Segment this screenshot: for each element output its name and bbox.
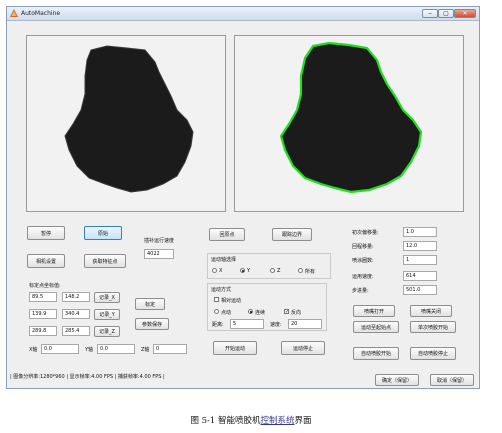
param-label-3: 喷涂圈数: [352, 258, 374, 264]
auto-glue-start-button[interactable]: 自动喷胶开始 [353, 347, 399, 360]
home-move-button[interactable]: 原始 [84, 226, 122, 240]
point-radio[interactable] [214, 309, 219, 314]
glue-open-button[interactable]: 喷嘴打开 [353, 305, 395, 317]
coord-y-1[interactable]: 148.2 [62, 292, 90, 302]
caption-prefix: 图 5-1 智能喷胶机 [190, 416, 261, 426]
param-label-4: 运用速度: [352, 274, 374, 280]
processed-part-image [235, 36, 463, 211]
caption-link[interactable]: 控制系统 [261, 416, 295, 426]
continuous-radio[interactable] [248, 309, 253, 314]
record-x-button[interactable]: 记录_X [94, 292, 120, 303]
coord-x-3[interactable]: 289.8 [29, 326, 57, 336]
caption-suffix: 界面 [294, 416, 312, 426]
param-input-2[interactable]: 12.0 [403, 241, 437, 251]
camera-view-processed [234, 35, 464, 212]
param-input-1[interactable]: 1.0 [403, 227, 437, 237]
get-feature-points-button[interactable]: 获取特征点 [84, 254, 126, 268]
axis-select-group: 运动轴选择 X Y Z 所有 [207, 253, 331, 279]
axis-y-option: Y [247, 268, 251, 274]
param-label-2: 回程移量: [352, 244, 374, 250]
record-z-button[interactable]: 记录_Z [94, 326, 120, 337]
point-label: 点动 [221, 310, 232, 316]
record-y-button[interactable]: 记录_Y [94, 309, 120, 320]
coord-x-2[interactable]: 139.9 [29, 309, 57, 319]
app-logo-icon [10, 9, 18, 17]
original-part-image [27, 36, 225, 211]
axis-x-radio[interactable] [212, 268, 217, 273]
trace-edge-button[interactable]: 跟踪边界 [272, 228, 312, 241]
speed-label: 速度: [270, 322, 282, 328]
relative-motion-label: 相对运动 [221, 298, 242, 304]
axis-z-option: Z [277, 268, 281, 274]
axis-z-radio[interactable] [270, 268, 275, 273]
auto-glue-stop-button[interactable]: 自动喷胶停止 [410, 347, 456, 360]
cancel-button[interactable]: 取消（保留） [430, 374, 474, 386]
camera-view-original [26, 35, 226, 212]
relative-motion-checkbox[interactable] [214, 297, 219, 302]
pause-button[interactable]: 暂停 [27, 226, 65, 240]
figure-caption: 图 5-1 智能喷胶机控制系统界面 [0, 414, 502, 426]
x-axis-label: X轴 [29, 347, 38, 353]
minimize-button[interactable]: ‒ [422, 9, 438, 18]
coord-y-2[interactable]: 340.4 [62, 309, 90, 319]
y-axis-label: Y轴 [85, 347, 94, 353]
axis-all-option: 所有 [305, 269, 316, 275]
z-axis-label: Z轴 [141, 347, 150, 353]
ok-button[interactable]: 确定（保留） [375, 374, 419, 386]
param-input-5[interactable]: 501.0 [403, 285, 437, 295]
stop-motion-button[interactable]: 运动停止 [281, 341, 325, 355]
status-bar: | 图像分辨率:1280*960 | 显示帧率:4.00 FPS | 捕获帧率:… [7, 370, 479, 388]
axis-all-radio[interactable] [298, 268, 303, 273]
glue-close-button[interactable]: 喷嘴关闭 [410, 305, 452, 317]
maximize-button[interactable]: ▢ [438, 9, 454, 18]
axis-y-radio[interactable] [240, 268, 245, 273]
distance-label: 距离: [212, 322, 224, 328]
single-glue-start-button[interactable]: 单次喷胶开始 [410, 321, 456, 333]
coords-label: 标定点坐标值: [29, 283, 61, 289]
z-axis-input[interactable]: 0 [153, 344, 187, 354]
close-button[interactable]: ✕ [454, 9, 476, 18]
param-input-4[interactable]: 614 [403, 271, 437, 281]
speed-input[interactable]: 20 [288, 319, 322, 329]
save-params-button[interactable]: 参数保存 [135, 318, 169, 330]
y-axis-input[interactable]: 0.0 [97, 344, 135, 354]
param-label-5: 步进量: [352, 288, 369, 294]
status-text: | 图像分辨率:1280*960 | 显示帧率:4.00 FPS | 捕获帧率:… [10, 374, 165, 380]
title-bar: AutoMachine ‒ ▢ ✕ [7, 7, 479, 21]
camera-settings-button[interactable]: 相机设置 [27, 254, 65, 268]
motion-mode-group: 运动方式 相对运动 点动 连续 ✓ 反向 距离: 5 速度: 20 [207, 283, 327, 331]
axis-speed-label: 插补运行速度 [144, 238, 175, 244]
window-title: AutoMachine [21, 10, 61, 17]
coord-x-1[interactable]: 89.5 [29, 292, 57, 302]
distance-input[interactable]: 5 [230, 319, 264, 329]
calibrate-button[interactable]: 标定 [135, 298, 165, 310]
param-input-3[interactable]: 1 [403, 255, 437, 265]
axis-select-label: 运动轴选择 [211, 257, 237, 263]
axis-speed-input[interactable]: 4022 [144, 249, 174, 259]
motion-mode-label: 运动方式 [211, 287, 232, 293]
param-label-1: 初次偏移量: [352, 230, 379, 236]
app-window: AutoMachine ‒ ▢ ✕ 暂停 原始 相机设置 获取特征点 插补运行速… [6, 6, 480, 389]
coord-y-3[interactable]: 285.4 [62, 326, 90, 336]
x-axis-input[interactable]: 0.0 [41, 344, 79, 354]
motion-start-point-button[interactable]: 运动至起始点 [353, 321, 399, 333]
reverse-label: 反向 [291, 310, 302, 316]
start-motion-button[interactable]: 开始运动 [213, 341, 257, 355]
reverse-checkbox[interactable]: ✓ [284, 309, 289, 315]
back-to-origin-button[interactable]: 回原点 [209, 228, 245, 241]
continuous-label: 连续 [255, 310, 266, 316]
axis-x-option: X [219, 268, 223, 274]
